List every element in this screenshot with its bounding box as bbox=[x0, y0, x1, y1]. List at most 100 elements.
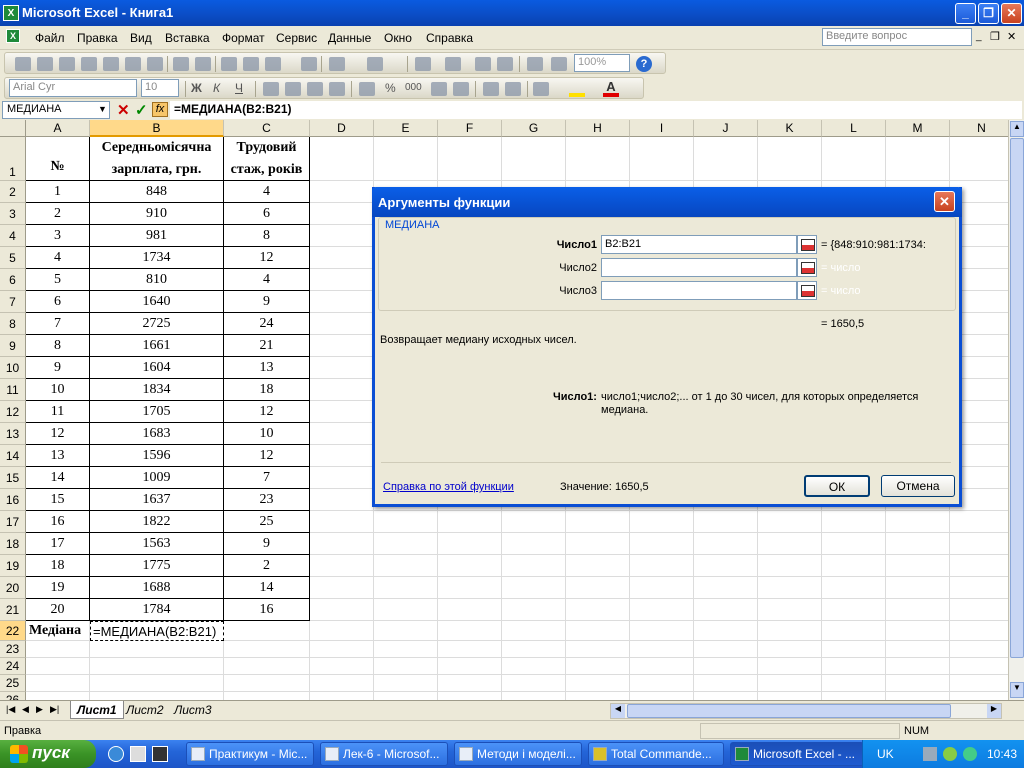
cell[interactable] bbox=[694, 511, 758, 533]
cell[interactable] bbox=[694, 675, 758, 692]
cell[interactable]: 12 bbox=[224, 401, 310, 423]
cell[interactable] bbox=[950, 675, 1008, 692]
cell[interactable]: 9 bbox=[224, 291, 310, 313]
help-link[interactable]: Справка по этой функции bbox=[383, 481, 514, 493]
cell[interactable] bbox=[950, 577, 1008, 599]
row-header[interactable]: 20 bbox=[0, 577, 26, 599]
cell[interactable] bbox=[310, 658, 374, 675]
hyperlink-icon[interactable] bbox=[415, 57, 431, 71]
cell[interactable] bbox=[26, 658, 90, 675]
cell[interactable]: 1 bbox=[26, 181, 90, 203]
cell[interactable] bbox=[310, 489, 374, 511]
cell[interactable]: 2 bbox=[224, 555, 310, 577]
cell[interactable] bbox=[758, 137, 822, 181]
name-box-dropdown-icon[interactable]: ▼ bbox=[98, 104, 107, 114]
column-header[interactable]: N bbox=[950, 120, 1008, 137]
cell[interactable] bbox=[886, 599, 950, 621]
column-header[interactable]: M bbox=[886, 120, 950, 137]
arg2-input[interactable] bbox=[601, 258, 797, 277]
restore-button[interactable]: ❐ bbox=[978, 3, 999, 24]
scroll-thumb[interactable] bbox=[1010, 138, 1024, 658]
cell[interactable] bbox=[310, 599, 374, 621]
cell[interactable] bbox=[310, 675, 374, 692]
arg1-collapse-icon[interactable] bbox=[797, 235, 817, 254]
borders-icon[interactable] bbox=[533, 82, 549, 96]
cell[interactable] bbox=[438, 577, 502, 599]
cell[interactable]: 17 bbox=[26, 533, 90, 555]
cell[interactable] bbox=[502, 675, 566, 692]
cell[interactable] bbox=[310, 357, 374, 379]
cell[interactable] bbox=[950, 533, 1008, 555]
cell[interactable]: 8 bbox=[26, 335, 90, 357]
chart-wizard-icon[interactable] bbox=[527, 57, 543, 71]
row-header[interactable]: 22 bbox=[0, 621, 26, 641]
column-header[interactable]: L bbox=[822, 120, 886, 137]
menu-data[interactable]: Данные bbox=[328, 31, 371, 45]
minimize-button[interactable]: _ bbox=[955, 3, 976, 24]
dialog-title-bar[interactable]: Аргументы функции ✕ bbox=[372, 187, 962, 217]
decrease-indent-icon[interactable] bbox=[483, 82, 499, 96]
cell[interactable] bbox=[822, 621, 886, 641]
spelling-icon[interactable] bbox=[173, 57, 189, 71]
cell[interactable] bbox=[758, 692, 822, 700]
cell[interactable]: 7 bbox=[26, 313, 90, 335]
cell[interactable] bbox=[374, 658, 438, 675]
cell[interactable] bbox=[886, 641, 950, 658]
cell[interactable] bbox=[224, 675, 310, 692]
row-header[interactable]: 23 bbox=[0, 641, 26, 658]
cell[interactable] bbox=[886, 658, 950, 675]
cell[interactable] bbox=[566, 692, 630, 700]
task-excel[interactable]: Microsoft Excel - ... bbox=[730, 742, 864, 766]
column-header[interactable]: J bbox=[694, 120, 758, 137]
cell[interactable]: 5 bbox=[26, 269, 90, 291]
cell[interactable]: 6 bbox=[224, 203, 310, 225]
start-button[interactable]: пуск bbox=[0, 740, 96, 768]
row-header[interactable]: 9 bbox=[0, 335, 26, 357]
cell[interactable] bbox=[310, 379, 374, 401]
cell[interactable] bbox=[502, 692, 566, 700]
cell[interactable]: 1596 bbox=[90, 445, 224, 467]
cell[interactable] bbox=[502, 599, 566, 621]
cell[interactable] bbox=[886, 533, 950, 555]
cell[interactable] bbox=[310, 511, 374, 533]
cell[interactable]: 6 bbox=[26, 291, 90, 313]
cell[interactable] bbox=[502, 658, 566, 675]
formula-input[interactable]: =МЕДИАНА(B2:B21) bbox=[170, 101, 1022, 119]
quicklaunch-icon[interactable] bbox=[152, 746, 168, 762]
column-header[interactable]: H bbox=[566, 120, 630, 137]
row-header[interactable]: 19 bbox=[0, 555, 26, 577]
cell[interactable]: 8 bbox=[224, 225, 310, 247]
tray-app-icon[interactable] bbox=[943, 747, 957, 761]
research-icon[interactable] bbox=[147, 57, 163, 71]
copy-icon[interactable] bbox=[243, 57, 259, 71]
cell[interactable] bbox=[694, 641, 758, 658]
cell[interactable] bbox=[438, 137, 502, 181]
increase-indent-icon[interactable] bbox=[505, 82, 521, 96]
cell[interactable] bbox=[502, 533, 566, 555]
cell[interactable]: 848 bbox=[90, 181, 224, 203]
cell[interactable] bbox=[566, 641, 630, 658]
cell[interactable] bbox=[694, 533, 758, 555]
cell[interactable] bbox=[566, 675, 630, 692]
permission-icon[interactable] bbox=[81, 57, 97, 71]
cell[interactable] bbox=[886, 577, 950, 599]
cell[interactable]: 4 bbox=[26, 247, 90, 269]
cell[interactable] bbox=[950, 621, 1008, 641]
cell[interactable] bbox=[630, 533, 694, 555]
bold-icon[interactable]: Ж bbox=[191, 81, 202, 95]
cell[interactable] bbox=[566, 511, 630, 533]
merge-center-icon[interactable] bbox=[329, 82, 345, 96]
cell[interactable] bbox=[950, 658, 1008, 675]
cell[interactable] bbox=[822, 675, 886, 692]
horizontal-scrollbar[interactable]: ◀ ▶ bbox=[610, 703, 1002, 719]
cell[interactable] bbox=[438, 555, 502, 577]
cell[interactable]: 14 bbox=[26, 467, 90, 489]
insert-function-icon[interactable]: fx bbox=[152, 102, 168, 117]
cell[interactable] bbox=[758, 533, 822, 555]
cut-icon[interactable] bbox=[221, 57, 237, 71]
cell[interactable] bbox=[566, 658, 630, 675]
cell[interactable] bbox=[310, 203, 374, 225]
cell[interactable] bbox=[502, 577, 566, 599]
cell[interactable]: 25 bbox=[224, 511, 310, 533]
cell[interactable] bbox=[694, 692, 758, 700]
